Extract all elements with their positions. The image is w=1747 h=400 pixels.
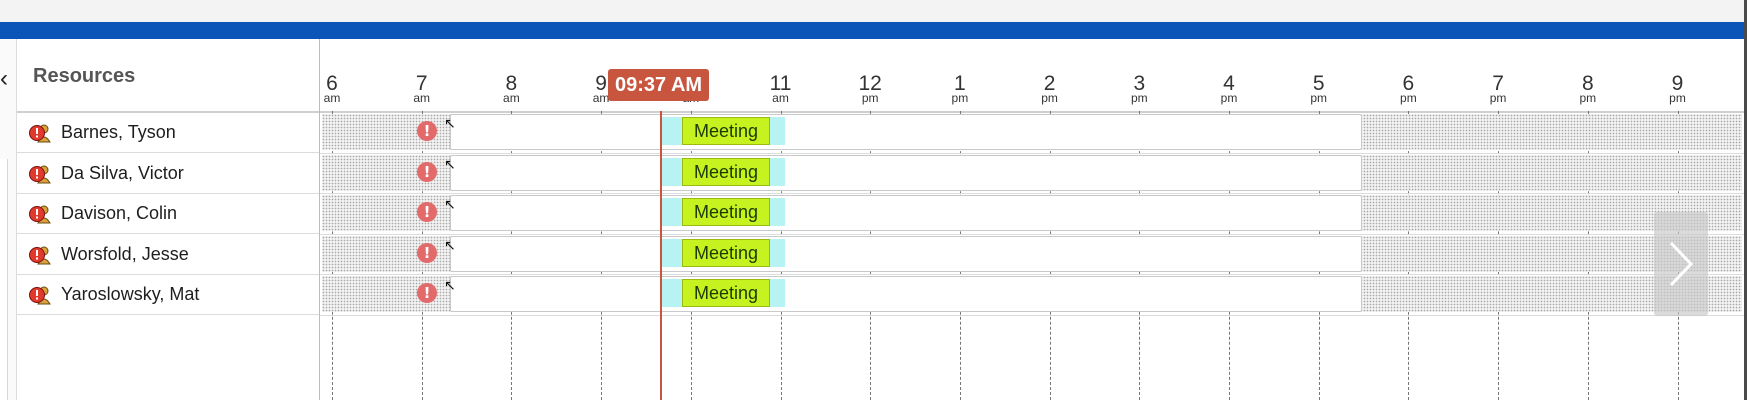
travel-time-block: [770, 157, 785, 186]
left-side-strip: ‹: [0, 39, 17, 400]
arrow-marker-icon: ↖: [444, 197, 456, 213]
resource-name: Davison, Colin: [61, 203, 178, 223]
hour-label: 1 pm: [940, 73, 980, 104]
alert-person-icon: [29, 286, 51, 305]
resource-row[interactable]: Davison, Colin: [17, 193, 319, 234]
travel-time-block: [770, 198, 785, 226]
meeting-event[interactable]: Meeting: [660, 157, 785, 186]
travel-time-block: [660, 198, 682, 226]
resources-title: Resources: [33, 65, 136, 87]
warning-icon[interactable]: !: [417, 121, 437, 141]
row-separator: [320, 314, 1744, 316]
hour-period: pm: [1579, 91, 1597, 105]
next-page-button[interactable]: [1654, 212, 1708, 316]
hour-label: 8 am: [491, 73, 531, 104]
hour-period: am: [772, 91, 789, 105]
travel-time-block: [660, 279, 682, 307]
resources-panel: Resources Barnes, Tyson Da Silva, Victor D…: [17, 39, 320, 400]
meeting-event[interactable]: Meeting: [660, 198, 785, 226]
working-hours-band[interactable]: [450, 195, 1362, 231]
warning-icon[interactable]: !: [417, 202, 437, 222]
hour-period: am: [323, 91, 341, 105]
resource-row[interactable]: Da Silva, Victor: [17, 153, 319, 194]
alert-person-icon: [29, 124, 51, 143]
resource-row[interactable]: Yaroslowsky, Mat: [17, 274, 319, 315]
travel-time-block: [770, 238, 785, 267]
current-time-badge: 09:37 AM: [608, 69, 710, 101]
resources-header: Resources: [17, 39, 319, 113]
meeting-label: Meeting: [682, 157, 770, 186]
hour-period: pm: [861, 91, 879, 105]
hour-period: pm: [1669, 91, 1686, 105]
meeting-label: Meeting: [682, 198, 770, 226]
resource-name: Worsfold, Jesse: [61, 243, 189, 264]
current-time-line: [660, 111, 662, 400]
header-bar: [0, 22, 1747, 39]
working-hours-band[interactable]: [450, 235, 1362, 272]
hour-label: 3 pm: [1119, 73, 1159, 104]
resource-name: Yaroslowsky, Mat: [61, 284, 200, 304]
meeting-event[interactable]: Meeting: [660, 117, 785, 145]
hour-label: 5 pm: [1299, 73, 1339, 104]
chevron-right-icon: [1669, 241, 1694, 287]
resource-row[interactable]: Barnes, Tyson: [17, 112, 319, 153]
row-separator: [320, 233, 1744, 235]
travel-time-block: [660, 157, 682, 186]
hour-label: 7 am: [402, 73, 442, 104]
top-toolbar: [0, 0, 1747, 22]
hour-label: 4 pm: [1209, 73, 1249, 104]
hour-period: pm: [1130, 91, 1148, 105]
working-hours-band[interactable]: [450, 154, 1362, 191]
resource-name: Da Silva, Victor: [61, 162, 184, 183]
hour-label: 11 am: [761, 73, 801, 104]
timeline-header: 6am7am8am9am10am11am12pm1pm2pm3pm4pm5pm6…: [320, 39, 1744, 113]
meeting-label: Meeting: [682, 117, 770, 145]
travel-time-block: [660, 238, 682, 267]
hour-label: 9 pm: [1658, 73, 1698, 104]
alert-person-icon: [29, 205, 51, 224]
warning-icon[interactable]: !: [417, 242, 437, 263]
working-hours-band[interactable]: [450, 276, 1362, 312]
warning-icon[interactable]: !: [417, 161, 437, 182]
travel-time-block: [660, 117, 682, 145]
hour-period: am: [503, 91, 520, 105]
chevron-left-icon[interactable]: ‹: [0, 67, 8, 91]
hour-period: pm: [1400, 91, 1417, 105]
hour-period: pm: [951, 91, 969, 105]
travel-time-block: [770, 117, 785, 145]
hour-label: 2 pm: [1030, 73, 1070, 104]
arrow-marker-icon: ↖: [444, 116, 456, 132]
arrow-marker-icon: ↖: [444, 278, 456, 294]
alert-person-icon: [29, 246, 51, 264]
left-panel-edge: [0, 159, 8, 400]
meeting-event[interactable]: Meeting: [660, 279, 785, 307]
hour-period: am: [413, 91, 431, 105]
hour-label: 12 pm: [850, 73, 890, 104]
resource-row[interactable]: Worsfold, Jesse: [17, 234, 319, 275]
meeting-label: Meeting: [682, 238, 770, 267]
hour-period: pm: [1489, 91, 1507, 105]
hour-period: pm: [1041, 91, 1058, 105]
alert-person-icon: [29, 165, 51, 183]
row-separator: [320, 193, 1744, 194]
hour-label: 6 am: [320, 73, 352, 104]
working-hours-band[interactable]: [450, 114, 1362, 150]
hour-label: 8 pm: [1568, 73, 1608, 104]
schedule-timeline[interactable]: 6am7am8am9am10am11am12pm1pm2pm3pm4pm5pm6…: [320, 39, 1744, 400]
arrow-marker-icon: ↖: [444, 237, 456, 254]
meeting-event[interactable]: Meeting: [660, 238, 785, 267]
resource-name: Barnes, Tyson: [61, 122, 176, 142]
row-separator: [320, 152, 1744, 154]
arrow-marker-icon: ↖: [444, 156, 456, 173]
hour-label: 7 pm: [1478, 73, 1518, 104]
hour-period: pm: [1310, 91, 1328, 105]
hour-label: 6 pm: [1388, 73, 1428, 104]
warning-icon[interactable]: !: [417, 283, 437, 303]
travel-time-block: [770, 279, 785, 307]
meeting-label: Meeting: [682, 279, 770, 307]
hour-period: pm: [1220, 91, 1238, 105]
row-separator: [320, 274, 1744, 275]
